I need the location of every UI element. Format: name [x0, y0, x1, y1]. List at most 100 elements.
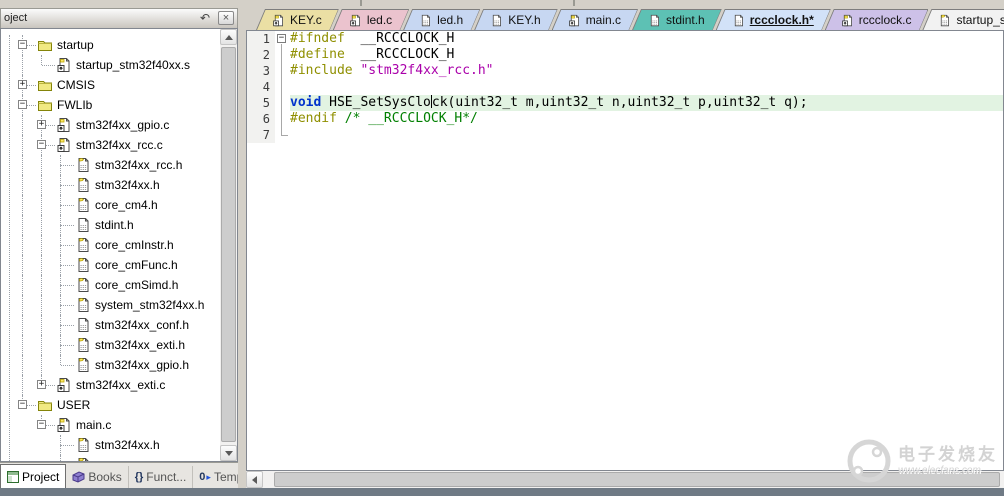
editor-tab-key-h[interactable]: KEY.h	[475, 10, 556, 30]
expand-icon[interactable]: +	[37, 120, 46, 129]
fold-column[interactable]	[275, 79, 290, 95]
line-number: 7	[247, 127, 275, 143]
collapse-icon[interactable]: −	[37, 140, 46, 149]
source-file-icon	[57, 58, 70, 72]
folder-file-icon	[38, 401, 52, 411]
editor-tab-label: startup_stm32f40	[956, 13, 1004, 27]
tree-item-stm32f4xx-gpio-h[interactable]: stm32f4xx_gpio.h	[1, 355, 219, 375]
line-number: 6	[247, 111, 275, 127]
expand-icon[interactable]: +	[18, 80, 27, 89]
watermark-brand: 电子发烧友	[898, 445, 998, 465]
code-line-5[interactable]: 5 void HSE_SetSysClock(uint32_t m,uint32_…	[247, 95, 1003, 111]
collapse-icon[interactable]: −	[18, 40, 27, 49]
workspace-tab-funct[interactable]: {} Funct...	[129, 466, 194, 488]
code-line-7[interactable]: 7	[247, 127, 1003, 143]
editor-tab-key-c[interactable]: KEY.c	[257, 10, 338, 30]
undock-arrow-icon[interactable]: ↶	[197, 10, 213, 26]
tree-item-stdint-h[interactable]: stdint.h	[1, 215, 219, 235]
editor-tab-stdint-h[interactable]: stdint.h	[633, 10, 721, 30]
scrollbar-thumb[interactable]	[221, 47, 236, 442]
code-text[interactable]: #include "stm32f4xx_rcc.h"	[290, 63, 1003, 79]
collapse-icon[interactable]: −	[18, 100, 27, 109]
tree-item-core-cminstr-h[interactable]: core_cmInstr.h	[1, 235, 219, 255]
header-icon	[75, 337, 91, 353]
tree-item-stm32f4xx-h[interactable]: stm32f4xx.h	[1, 175, 219, 195]
fold-column[interactable]	[275, 47, 290, 63]
code-text-current-line[interactable]: void HSE_SetSysClock(uint32_t m,uint32_t…	[290, 95, 1003, 111]
source-file-icon	[841, 13, 854, 28]
fold-column[interactable]	[275, 111, 290, 127]
tree-item-stm32f4xx-exti-c[interactable]: + stm32f4xx_exti.c	[1, 375, 219, 395]
header-icon	[75, 237, 91, 253]
code-line-6[interactable]: 6 #endif /* __RCCCLOCK_H*/	[247, 111, 1003, 127]
code-line-3[interactable]: 3 #include "stm32f4xx_rcc.h"	[247, 63, 1003, 79]
header-file-icon	[938, 13, 951, 28]
scroll-down-button[interactable]	[220, 445, 237, 461]
tree-item-stm32f4xx-h[interactable]: stm32f4xx.h	[1, 435, 219, 455]
tree-item-startup[interactable]: − startup	[1, 35, 219, 55]
template-icon: 0	[199, 471, 206, 483]
editor-tab-rccclock-h-[interactable]: rccclock.h*	[717, 10, 830, 30]
tree-item-label: stm32f4xx_rcc.h	[95, 158, 183, 172]
tree-item-core-cmsimd-h[interactable]: core_cmSimd.h	[1, 275, 219, 295]
editor-tab-rccclock-c[interactable]: rccclock.c	[826, 10, 928, 30]
tree-vertical-scrollbar[interactable]	[220, 29, 237, 461]
fold-column[interactable]	[275, 127, 290, 143]
fold-column[interactable]: −	[275, 31, 290, 47]
workspace-bottom-tabs: Project Books{} Funct... 0 ▸ Templ...	[0, 462, 263, 488]
collapse-icon[interactable]: −	[37, 420, 46, 429]
fold-column[interactable]	[275, 95, 290, 111]
workspace-tab-project[interactable]: Project	[0, 464, 67, 488]
tree-item-label: stm32f4xx_gpio.c	[76, 118, 170, 132]
editor-tab-led-h[interactable]: led.h	[404, 10, 479, 30]
code-text[interactable]	[290, 79, 1003, 95]
workspace-tab-books[interactable]: Books	[66, 466, 129, 488]
code-token: void	[290, 95, 322, 110]
tree-item-startup-stm32f40xx-s[interactable]: startup_stm32f40xx.s	[1, 55, 219, 75]
tree-item-user[interactable]: − USER	[1, 395, 219, 415]
tree-item-core-cm4-h[interactable]: core_cm4.h	[1, 195, 219, 215]
tree-item-label: stm32f4xx_exti.c	[76, 378, 166, 392]
editor-tab-led-c[interactable]: led.c	[334, 10, 408, 30]
code-token: __RCCCLOCK_H	[344, 47, 455, 62]
tree-item-cmsis[interactable]: + CMSIS	[1, 75, 219, 95]
tree-item-fwlib[interactable]: − FWLIb	[1, 95, 219, 115]
tree-item-stm32f4xx-rcc-h[interactable]: stm32f4xx_rcc.h	[1, 155, 219, 175]
tree-item[interactable]	[1, 455, 219, 461]
code-line-2[interactable]: 2 #define __RCCCLOCK_H	[247, 47, 1003, 63]
fold-column[interactable]	[275, 63, 290, 79]
code-line-4[interactable]: 4	[247, 79, 1003, 95]
code-text[interactable]: #ifndef __RCCCLOCK_H	[290, 31, 1003, 47]
scroll-left-button[interactable]	[246, 471, 263, 488]
tree-item-stm32f4xx-conf-h[interactable]: stm32f4xx_conf.h	[1, 315, 219, 335]
tree-item-main-c[interactable]: − main.c	[1, 415, 219, 435]
tree-item-core-cmfunc-h[interactable]: core_cmFunc.h	[1, 255, 219, 275]
folder-icon	[37, 77, 53, 93]
code-editor[interactable]: 1− #ifndef __RCCCLOCK_H 2 #define __RCCCLOC…	[246, 30, 1004, 471]
code-text[interactable]: #define __RCCCLOCK_H	[290, 47, 1003, 63]
tree-item-label: system_stm32f4xx.h	[95, 298, 205, 312]
editor-tab-main-c[interactable]: main.c	[553, 10, 637, 30]
fold-collapse-icon[interactable]: −	[277, 34, 286, 43]
close-icon[interactable]: ×	[218, 11, 234, 25]
tree-item-stm32f4xx-gpio-c[interactable]: + stm32f4xx_gpio.c	[1, 115, 219, 135]
folder-icon	[37, 37, 53, 53]
header-file-icon	[78, 438, 89, 452]
editor-tab-startup-stm32f40[interactable]: startup_stm32f40	[923, 10, 1004, 30]
code-line-1[interactable]: 1− #ifndef __RCCCLOCK_H	[247, 31, 1003, 47]
doc-icon	[75, 317, 91, 333]
panel-splitter[interactable]	[238, 8, 246, 488]
source-file-icon	[349, 13, 362, 28]
code-text[interactable]: #endif /* __RCCCLOCK_H*/	[290, 111, 1003, 127]
tree-item-stm32f4xx-rcc-c[interactable]: − stm32f4xx_rcc.c	[1, 135, 219, 155]
source-file-icon	[568, 13, 581, 28]
folder-file-icon	[38, 41, 52, 51]
code-text[interactable]	[290, 127, 1003, 143]
scroll-up-button[interactable]	[220, 29, 237, 45]
tree-item-stm32f4xx-exti-h[interactable]: stm32f4xx_exti.h	[1, 335, 219, 355]
elecfans-logo-icon	[847, 439, 891, 483]
header-file-icon	[78, 258, 89, 272]
collapse-icon[interactable]: −	[18, 400, 27, 409]
expand-icon[interactable]: +	[37, 380, 46, 389]
tree-item-system-stm32f4xx-h[interactable]: system_stm32f4xx.h	[1, 295, 219, 315]
